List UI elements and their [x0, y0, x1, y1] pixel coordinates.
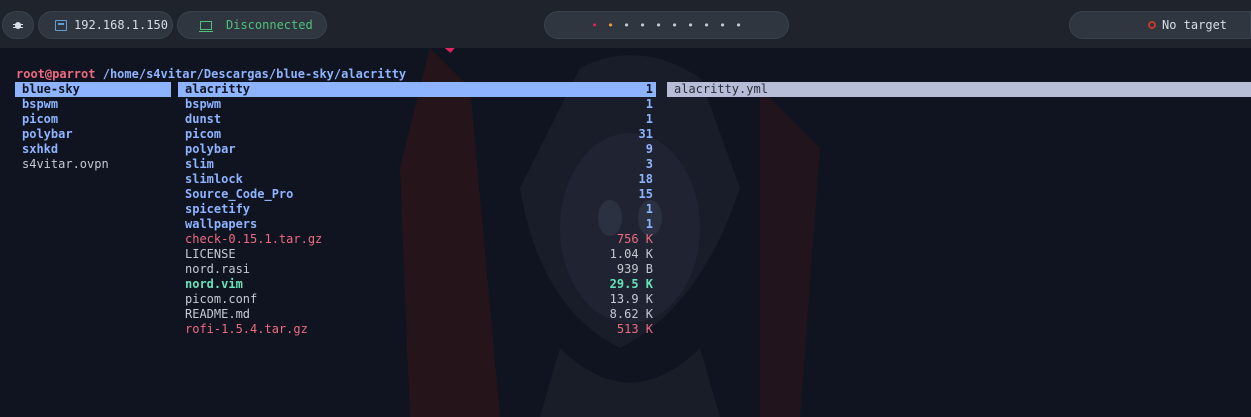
file-entry[interactable]: wallpapers 1 — [178, 217, 656, 232]
file-name: LICENSE — [185, 247, 236, 261]
workspace-dot[interactable]: • — [619, 19, 635, 32]
bug-icon — [13, 20, 23, 30]
file-size: 1.04 K — [609, 247, 653, 261]
file-size: 513 K — [616, 322, 653, 336]
file-entry[interactable]: Source_Code_Pro 15 — [178, 187, 656, 202]
file-name: picom — [22, 112, 59, 126]
file-name: check-0.15.1.tar.gz — [185, 232, 323, 246]
file-name: wallpapers — [185, 217, 258, 231]
laptop-icon — [199, 20, 213, 32]
file-entry[interactable]: spicetify 1 — [178, 202, 656, 217]
file-name: dunst — [185, 112, 222, 126]
ip-address: 192.168.1.150 — [74, 18, 168, 32]
ip-module: 192.168.1.150 — [38, 11, 173, 39]
preview-column: alacritty.yml — [667, 82, 1251, 97]
current-directory-column: alacritty 1 bspwm 1 dunst 1 picom 31 polybar 9 sli… — [178, 82, 656, 337]
file-entry[interactable]: slimlock 18 — [178, 172, 656, 187]
file-entry[interactable]: sxhkd — [15, 142, 171, 157]
workspace-dot[interactable]: • — [683, 19, 699, 32]
target-icon — [1148, 21, 1156, 29]
file-name: nord.rasi — [185, 262, 251, 276]
file-entry[interactable]: check-0.15.1.tar.gz 756 K — [178, 232, 656, 247]
file-size: 1 — [645, 217, 653, 231]
file-name: rofi-1.5.4.tar.gz — [185, 322, 308, 336]
file-entry[interactable]: s4vitar.ovpn — [15, 157, 171, 172]
file-name: picom — [185, 127, 222, 141]
file-entry[interactable]: picom — [15, 112, 171, 127]
file-size: 8.62 K — [609, 307, 653, 321]
parent-directory-column: blue-sky bspwm picom polybar sxhkd s4vitar.ov… — [15, 82, 171, 172]
file-entry[interactable]: blue-sky — [15, 82, 171, 97]
file-size: 9 — [645, 142, 653, 156]
file-size: 29.5 K — [609, 277, 653, 291]
top-bar: 192.168.1.150 Disconnected • • • • • • • • • • No… — [0, 0, 1251, 48]
current-path: root@parrot /home/s4vitar/Descargas/blue… — [16, 67, 406, 82]
file-name: picom.conf — [185, 292, 258, 306]
file-name: bspwm — [185, 97, 222, 111]
file-entry[interactable]: README.md 8.62 K — [178, 307, 656, 322]
workspace-dot[interactable]: • — [587, 19, 603, 32]
file-entry[interactable]: rofi-1.5.4.tar.gz 513 K — [178, 322, 656, 337]
file-name: polybar — [185, 142, 236, 156]
workspace-dot[interactable]: • — [715, 19, 731, 32]
workspace-dot[interactable]: • — [651, 19, 667, 32]
file-entry[interactable]: dunst 1 — [178, 112, 656, 127]
file-size: 1 — [645, 97, 653, 111]
file-size: 939 B — [616, 262, 653, 276]
file-size: 1 — [645, 82, 653, 96]
file-size: 13.9 K — [609, 292, 653, 306]
file-name: alacritty — [185, 82, 251, 96]
file-name: s4vitar.ovpn — [22, 157, 109, 171]
file-size: 15 — [638, 187, 653, 201]
vpn-module: Disconnected — [177, 11, 327, 39]
monitor-icon — [55, 19, 67, 31]
file-entry[interactable]: alacritty.yml — [667, 82, 1251, 97]
workspace-dot[interactable]: • — [731, 19, 747, 32]
file-entry[interactable]: LICENSE 1.04 K — [178, 247, 656, 262]
file-size: 1 — [645, 112, 653, 126]
workspace-dot[interactable]: • — [667, 19, 683, 32]
file-size: 3 — [645, 157, 653, 171]
file-name: nord.vim — [185, 277, 243, 291]
file-size: 1 — [645, 202, 653, 216]
file-entry[interactable]: polybar — [15, 127, 171, 142]
file-entry[interactable]: bspwm — [15, 97, 171, 112]
file-name: sxhkd — [22, 142, 59, 156]
file-name: Source_Code_Pro — [185, 187, 294, 201]
file-size: 756 K — [616, 232, 653, 246]
directory-path: /home/s4vitar/Descargas/blue-sky/alacrit… — [102, 67, 407, 81]
workspace-dot[interactable]: • — [635, 19, 651, 32]
file-size: 18 — [638, 172, 653, 186]
file-entry[interactable]: picom 31 — [178, 127, 656, 142]
menu-button[interactable] — [2, 11, 34, 39]
workspace-dot[interactable]: • — [603, 19, 619, 32]
file-name: polybar — [22, 127, 73, 141]
file-entry[interactable]: picom.conf 13.9 K — [178, 292, 656, 307]
file-entry[interactable]: nord.rasi 939 B — [178, 262, 656, 277]
user-host: root@parrot — [16, 67, 96, 81]
file-name: slimlock — [185, 172, 243, 186]
workspace-dot[interactable]: • — [699, 19, 715, 32]
file-size: 31 — [638, 127, 653, 141]
workspace-indicator[interactable]: • • • • • • • • • • — [544, 11, 789, 39]
file-name: spicetify — [185, 202, 251, 216]
file-name: blue-sky — [22, 82, 80, 96]
file-entry[interactable]: bspwm 1 — [178, 97, 656, 112]
file-entry[interactable]: alacritty 1 — [178, 82, 656, 97]
file-entry[interactable]: polybar 9 — [178, 142, 656, 157]
file-name: README.md — [185, 307, 251, 321]
file-name: alacritty.yml — [674, 82, 768, 96]
target-module: No target — [1069, 11, 1251, 39]
file-entry[interactable]: slim 3 — [178, 157, 656, 172]
vpn-status: Disconnected — [226, 18, 313, 32]
file-name: bspwm — [22, 97, 59, 111]
file-entry[interactable]: nord.vim 29.5 K — [178, 277, 656, 292]
target-text: No target — [1162, 18, 1228, 32]
file-name: slim — [185, 157, 214, 171]
